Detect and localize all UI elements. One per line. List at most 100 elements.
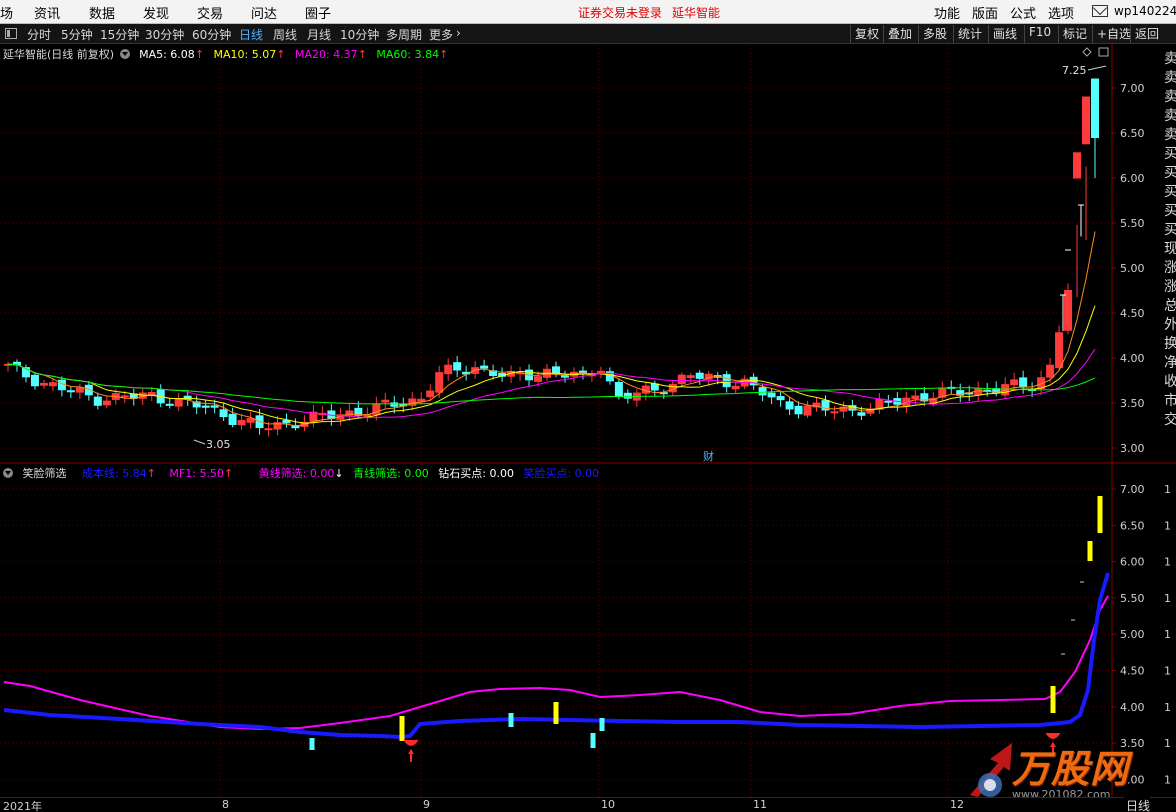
candle-body xyxy=(794,405,803,415)
x-label-sep: 9 xyxy=(423,798,430,811)
x-label-nov: 11 xyxy=(753,798,767,811)
candle-body xyxy=(884,400,893,403)
ma-line xyxy=(7,231,1096,427)
y-tick-label: 5.50 xyxy=(1120,592,1145,605)
collapse-icon[interactable] xyxy=(119,49,130,59)
candle-body xyxy=(453,362,462,371)
signal-bar xyxy=(309,738,315,750)
candle-body xyxy=(435,372,444,393)
high-price-label: 7.25 xyxy=(1062,64,1087,77)
y-tick-label: 7.00 xyxy=(1120,82,1145,95)
cyan-filter-label: 青线筛选: 0.00 xyxy=(353,467,429,480)
candle-body xyxy=(614,382,623,397)
quote-panel-label: 卖 xyxy=(1164,127,1176,143)
yellow-filter-label: 黄线筛选: 0.00 xyxy=(258,467,335,480)
diamond-buy-label: 钻石买点: 0.00 xyxy=(438,467,514,480)
y-tick-label-extra: 1 xyxy=(1164,701,1171,714)
ma60-label: MA60: 3.84 xyxy=(376,48,440,61)
ma20-label: MA20: 4.37 xyxy=(294,48,358,61)
candle-body xyxy=(830,411,839,414)
candle-body xyxy=(219,409,228,418)
candle-body xyxy=(731,385,740,390)
candle-body xyxy=(480,365,489,369)
quote-panel-label: 现 xyxy=(1164,241,1176,257)
y-tick-label-extra: 1 xyxy=(1164,483,1171,496)
signal-bar xyxy=(553,702,559,724)
candle-body xyxy=(560,375,569,378)
low-price-pointer xyxy=(193,439,206,445)
diamond-icon xyxy=(1082,47,1092,57)
candle-body xyxy=(623,392,632,399)
candle-body xyxy=(30,374,39,387)
main-legend: 延华智能(日线 前复权) MA5: 6.08↑ MA10: 5.07↑ MA20… xyxy=(3,46,454,62)
candle-body xyxy=(650,383,659,391)
candle-body xyxy=(911,395,920,400)
candle-body xyxy=(686,375,695,379)
period-indicator: 日线 xyxy=(1124,797,1151,812)
up-arrow-icon: ↑ xyxy=(194,48,205,61)
quote-panel-label: 收 xyxy=(1164,374,1176,390)
quote-panel-label: 交 xyxy=(1164,412,1176,428)
candle-body xyxy=(174,398,183,407)
smile-buy-label: 笑脸买点: 0.00 xyxy=(523,467,600,480)
quote-panel-label: 买 xyxy=(1164,203,1176,219)
y-tick-label-extra: 1 xyxy=(1164,773,1171,786)
y-tick-label: 4.50 xyxy=(1120,307,1145,320)
up-arrow-icon: ↑ xyxy=(276,48,286,61)
candle-body xyxy=(66,390,75,393)
cost-line-label: 成本线: 5.84 xyxy=(82,467,147,480)
candle-body xyxy=(165,403,174,406)
quote-panel-label: 换 xyxy=(1164,336,1176,352)
quote-panel-label: 卖 xyxy=(1164,89,1176,105)
candle-body xyxy=(677,374,686,385)
ma10-label: MA10: 5.07 xyxy=(213,48,277,61)
x-label-dec: 12 xyxy=(950,798,964,811)
candle-body xyxy=(659,392,668,395)
candle-body xyxy=(1010,379,1019,386)
kline-chart[interactable]: 7.00 6.50 6.00 5.50 5.00 4.50 4.00 3.50 3.00 7.00… xyxy=(0,0,1176,812)
up-arrow-icon: ↑ xyxy=(223,467,234,480)
y-tick-label: 5.50 xyxy=(1120,217,1145,230)
candle-body xyxy=(381,399,390,403)
up-arrow-icon: ↑ xyxy=(357,48,367,61)
candle-body xyxy=(282,419,291,424)
watermark-brand: 万股网 xyxy=(1012,747,1130,791)
collapse-icon[interactable] xyxy=(3,468,13,478)
y-tick-label: 5.00 xyxy=(1120,262,1145,275)
candle-body xyxy=(578,370,587,373)
candle-body xyxy=(857,412,866,416)
signal-bar xyxy=(1097,496,1103,533)
y-tick-label: 6.50 xyxy=(1120,519,1145,532)
quote-panel-label: 买 xyxy=(1164,184,1176,200)
quote-panel-label: 净 xyxy=(1164,355,1176,371)
candle-body xyxy=(264,428,273,431)
y-tick-label: 4.00 xyxy=(1120,701,1145,714)
x-label-oct: 10 xyxy=(601,798,615,811)
candle-body xyxy=(93,396,102,406)
candle-body xyxy=(39,382,48,386)
ma-lines xyxy=(7,231,1096,427)
candle-body xyxy=(695,372,704,379)
quote-panel-label: 涨 xyxy=(1164,279,1176,295)
candle-body xyxy=(417,398,426,402)
candle-body xyxy=(722,374,731,388)
low-price-label: 3.05 xyxy=(206,438,231,451)
y-tick-label: 6.50 xyxy=(1120,127,1145,140)
y-tick-label-extra: 1 xyxy=(1164,556,1171,569)
candle-body xyxy=(210,405,219,408)
y-tick-label: 6.00 xyxy=(1120,556,1145,569)
down-arrow-icon: ↓ xyxy=(334,467,344,480)
y-tick-label-extra: 1 xyxy=(1164,665,1171,678)
candle-body xyxy=(1064,290,1073,331)
candle-body xyxy=(1082,96,1091,145)
y-tick-label-extra: 1 xyxy=(1164,519,1171,532)
quote-panel-column: 卖卖卖卖卖买买买买买现涨涨总外换净收市交 xyxy=(1164,50,1176,430)
candle-body xyxy=(1019,377,1028,388)
y-tick-label: 3.00 xyxy=(1120,442,1145,455)
quote-panel-label: 市 xyxy=(1164,393,1176,409)
x-label-aug: 8 xyxy=(222,798,229,811)
smile-marker-icon xyxy=(403,739,419,746)
candle-body xyxy=(228,413,237,425)
candle-body xyxy=(1046,364,1055,378)
y-tick-label: 6.00 xyxy=(1120,172,1145,185)
